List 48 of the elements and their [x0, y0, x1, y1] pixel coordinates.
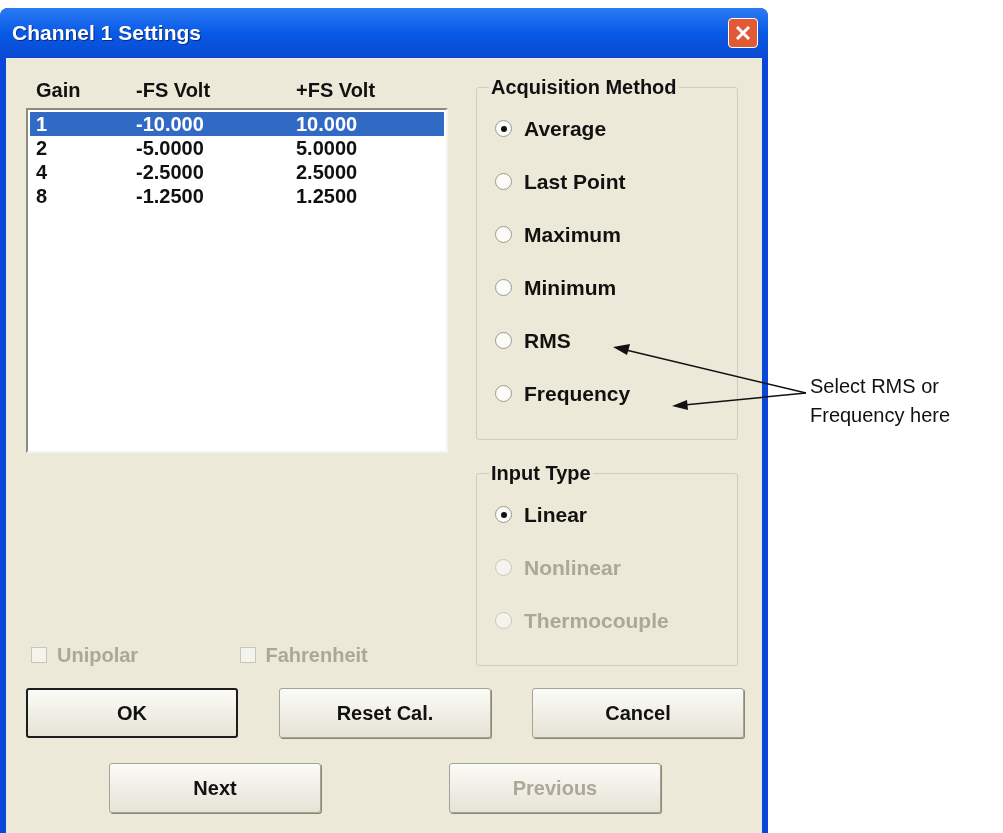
list-cell-text: 5.0000 — [296, 136, 359, 160]
list-row[interactable]: 8 -1.2500 1.2500 — [30, 184, 444, 208]
window-title: Channel 1 Settings — [12, 20, 202, 47]
radio-label: Linear — [524, 501, 588, 528]
list-cell-text: -1.2500 — [136, 184, 205, 208]
radio-button[interactable] — [495, 385, 512, 402]
radio-label: Frequency — [524, 380, 631, 407]
radio-label: Last Point — [524, 168, 626, 195]
list-cell-text: -2.5000 — [136, 160, 205, 184]
radio-button[interactable] — [495, 506, 512, 523]
list-row[interactable]: 2 -5.0000 5.0000 — [30, 136, 444, 160]
column-header: -FS Volt — [136, 78, 212, 103]
list-cell-text: 4 — [36, 160, 49, 184]
annotation-text: Select RMS or Frequency here — [810, 374, 952, 428]
radio-label: Thermocouple — [524, 607, 669, 634]
list-cell-text: 10.000 — [296, 112, 359, 136]
checkbox-label: Fahrenheit — [265, 643, 368, 668]
list-cell-text: 2 — [36, 136, 49, 160]
radio-button[interactable] — [495, 279, 512, 296]
list-cell-text: 2.5000 — [296, 160, 359, 184]
list-cell-text: -5.0000 — [136, 136, 205, 160]
close-icon — [735, 25, 751, 41]
dialog-button[interactable]: Next — [109, 763, 321, 813]
radio-label: Minimum — [524, 274, 617, 301]
list-cell-text: 1 — [36, 112, 49, 136]
gain-list[interactable]: 1 -10.000 10.000 2 -5.0000 5.0000 4 -2.5000 2.5000 8 -1.2500 1.2500 — [26, 108, 448, 453]
radio-label: Maximum — [524, 221, 621, 248]
radio-button[interactable] — [495, 332, 512, 349]
radio-label: Nonlinear — [524, 554, 621, 581]
list-row[interactable]: 4 -2.5000 2.5000 — [30, 160, 444, 184]
radio-button[interactable] — [495, 120, 512, 137]
checkbox-label: Unipolar — [57, 643, 139, 668]
dialog-button[interactable]: OK — [26, 688, 238, 738]
radio-label: Average — [524, 115, 607, 142]
radio-label: RMS — [524, 327, 571, 354]
group-title: Acquisition Method — [490, 75, 678, 100]
list-cell-text: 1.2500 — [296, 184, 359, 208]
column-header: +FS Volt — [296, 78, 377, 103]
list-cell-text: -10.000 — [136, 112, 205, 136]
dialog-button[interactable]: Cancel — [532, 688, 744, 738]
list-row[interactable]: 1 -10.000 10.000 — [30, 112, 444, 136]
column-header: Gain — [36, 78, 82, 103]
close-button[interactable] — [728, 18, 758, 48]
radio-button[interactable] — [495, 173, 512, 190]
list-cell-text: 8 — [36, 184, 49, 208]
dialog-button[interactable]: Reset Cal. — [279, 688, 491, 738]
radio-button[interactable] — [495, 226, 512, 243]
group-title: Input Type — [490, 461, 592, 486]
